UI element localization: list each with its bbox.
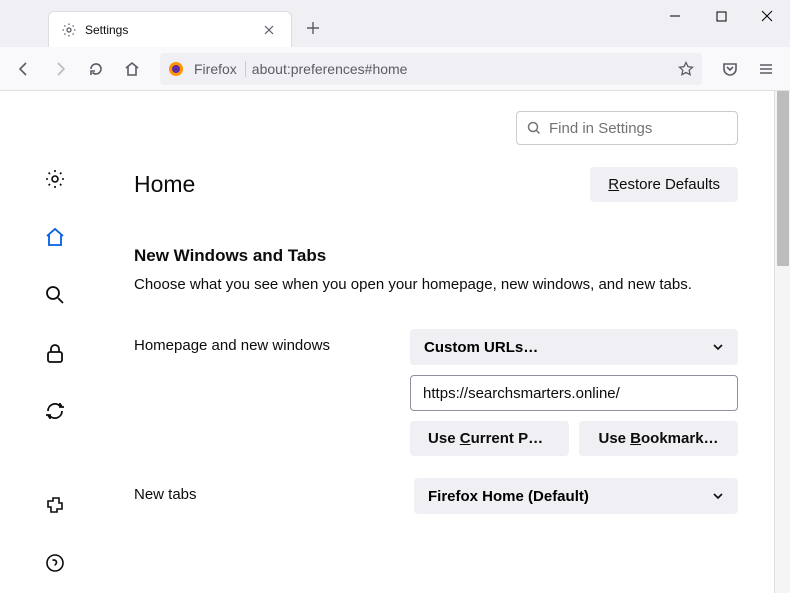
sidebar-item-home[interactable] — [39, 221, 71, 253]
homepage-url-input[interactable] — [410, 375, 738, 411]
sidebar-item-extensions[interactable] — [39, 489, 71, 521]
settings-search-input[interactable]: Find in Settings — [516, 111, 738, 145]
sidebar-item-general[interactable] — [39, 163, 71, 195]
browser-tab[interactable]: Settings — [48, 11, 292, 47]
section-title: New Windows and Tabs — [134, 246, 738, 266]
content-area: Find in Settings Home Restore Defaults N… — [0, 91, 790, 593]
homepage-select[interactable]: Custom URLs… — [410, 329, 738, 365]
sidebar-item-sync[interactable] — [39, 395, 71, 427]
settings-main: Find in Settings Home Restore Defaults N… — [110, 91, 790, 593]
use-current-page-button[interactable]: Use Current Page — [410, 421, 569, 456]
homepage-select-value: Custom URLs… — [424, 339, 538, 356]
reload-button[interactable] — [80, 53, 112, 85]
newtabs-select-value: Firefox Home (Default) — [428, 488, 589, 505]
scrollbar-thumb[interactable] — [777, 91, 789, 266]
chevron-down-icon — [712, 490, 724, 502]
url-text: about:preferences#home — [252, 61, 672, 77]
firefox-logo-icon — [168, 61, 188, 77]
url-bar[interactable]: Firefox about:preferences#home — [160, 53, 702, 85]
homepage-setting-row: Homepage and new windows Custom URLs… Us… — [134, 329, 738, 456]
search-placeholder: Find in Settings — [549, 120, 652, 137]
toolbar: Firefox about:preferences#home — [0, 47, 790, 91]
sidebar-item-privacy[interactable] — [39, 337, 71, 369]
titlebar: Settings — [0, 0, 790, 47]
search-icon — [527, 121, 541, 135]
newtabs-setting-row: New tabs Firefox Home (Default) — [134, 478, 738, 514]
newtabs-label: New tabs — [134, 478, 414, 503]
sidebar-item-help[interactable] — [39, 547, 71, 579]
maximize-button[interactable] — [698, 0, 744, 32]
url-identity-label: Firefox — [194, 61, 246, 77]
newtabs-select[interactable]: Firefox Home (Default) — [414, 478, 738, 514]
sidebar-item-search[interactable] — [39, 279, 71, 311]
close-window-button[interactable] — [744, 0, 790, 32]
tab-title: Settings — [85, 23, 259, 37]
new-tab-button[interactable] — [298, 13, 328, 43]
pocket-button[interactable] — [714, 53, 746, 85]
use-bookmark-button[interactable]: Use Bookmark… — [579, 421, 738, 456]
chevron-down-icon — [712, 341, 724, 353]
settings-sidebar — [0, 91, 110, 593]
tab-close-button[interactable] — [259, 20, 279, 40]
home-button[interactable] — [116, 53, 148, 85]
back-button[interactable] — [8, 53, 40, 85]
homepage-label: Homepage and new windows — [134, 329, 410, 354]
bookmark-star-icon[interactable] — [678, 61, 694, 77]
forward-button[interactable] — [44, 53, 76, 85]
minimize-button[interactable] — [652, 0, 698, 32]
scrollbar[interactable] — [774, 91, 790, 593]
page-title: Home — [134, 171, 195, 198]
window-controls — [652, 0, 790, 32]
menu-button[interactable] — [750, 53, 782, 85]
section-description: Choose what you see when you open your h… — [134, 276, 738, 293]
gear-icon — [61, 22, 77, 38]
restore-defaults-button[interactable]: Restore Defaults — [590, 167, 738, 202]
